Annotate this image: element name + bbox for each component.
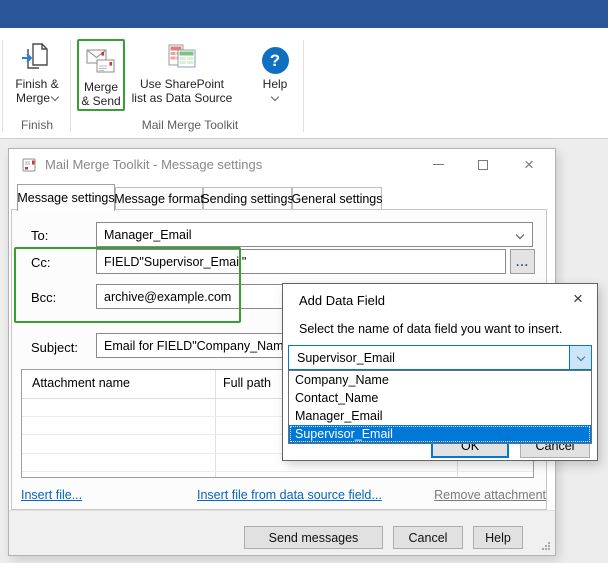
add-field-dialog-title: Add Data Field [299,293,385,308]
data-field-combobox-value: Supervisor_Email [297,350,395,365]
ribbon: Finish & Merge Merge & Send Use SharePoi… [0,28,608,139]
cc-label: Cc: [31,255,51,270]
dropdown-option[interactable]: Company_Name [289,371,591,389]
send-messages-button[interactable]: Send messages [244,526,383,549]
merge-send-label-1: Merge [83,80,118,94]
ribbon-separator [2,40,3,132]
finish-merge-label-2: Merge [15,91,50,105]
bcc-label: Bcc: [31,290,57,305]
add-field-instruction: Select the name of data field you want t… [299,322,563,336]
chevron-down-icon [576,352,585,361]
tab-message-format[interactable]: Message format [114,187,204,209]
dialog-title: Mail Merge Toolkit - Message settings [45,157,263,172]
combobox-dropdown-button[interactable] [569,346,591,369]
tab-sending-settings[interactable]: Sending settings [201,187,294,209]
cc-browse-button[interactable]: ... [510,249,535,274]
to-label: To: [31,228,49,243]
sharepoint-label-2: list as Data Source [131,91,233,105]
close-icon[interactable]: × [568,289,588,309]
attachments-column-path[interactable]: Full path [223,376,271,390]
help-button[interactable]: ? Help [252,38,298,105]
cancel-button[interactable]: Cancel [393,526,463,549]
resize-grip[interactable] [548,548,550,550]
merge-send-icon [85,41,117,77]
finish-merge-button[interactable]: Finish & Merge [6,38,68,105]
maximize-button[interactable] [466,149,500,180]
insert-file-link[interactable]: Insert file... [21,488,82,502]
sharepoint-label-1: Use SharePoint [139,77,225,91]
application-titlebar [0,0,608,28]
sharepoint-table-icon [166,38,198,74]
merge-send-label-2: & Send [81,94,121,108]
close-icon: × [524,155,534,174]
dialog-titlebar-icon [22,157,38,178]
tab-general-settings[interactable]: General settings [291,187,383,209]
chevron-down-icon [50,92,60,102]
tab-message-settings[interactable]: Message settings [17,184,115,211]
to-combobox[interactable]: Manager_Email [96,222,533,247]
close-button[interactable]: × [511,149,547,180]
subject-label: Subject: [31,340,78,355]
data-field-dropdown-list: Company_Name Contact_Name Manager_Email … [288,370,592,444]
chevron-down-icon [515,230,525,240]
remove-attachment-link[interactable]: Remove attachment [434,488,546,502]
dialog-footer: Send messages Cancel Help [9,510,555,555]
help-icon: ? [261,47,289,74]
ribbon-separator [70,40,71,132]
maximize-icon [478,159,488,170]
insert-file-from-source-link[interactable]: Insert file from data source field... [197,488,382,502]
cc-input[interactable]: FIELD"Supervisor_Email" [96,249,506,274]
data-field-combobox[interactable]: Supervisor_Email [288,345,592,370]
attachments-column-name[interactable]: Attachment name [32,376,130,390]
chevron-down-icon [270,92,280,102]
help-label: Help [262,77,288,91]
minimize-icon [433,164,444,165]
add-data-field-dialog: Add Data Field × Select the name of data… [282,283,598,461]
help-dialog-button[interactable]: Help [473,526,523,549]
screen: Finish & Merge Merge & Send Use SharePoi… [0,0,608,563]
minimize-button[interactable] [421,149,456,180]
sharepoint-source-button[interactable]: Use SharePoint list as Data Source [126,38,238,105]
ribbon-group-toolkit: Mail Merge Toolkit [141,118,239,132]
finish-merge-icon [21,38,53,74]
finish-merge-label-1: Finish & [15,77,59,91]
dropdown-option-selected[interactable]: Supervisor_Email [289,425,591,443]
dropdown-option[interactable]: Contact_Name [289,389,591,407]
ribbon-separator [303,40,304,132]
dropdown-option[interactable]: Manager_Email [289,407,591,425]
ribbon-group-finish: Finish [20,118,53,132]
column-divider [215,370,216,477]
merge-send-button[interactable]: Merge & Send [77,39,125,111]
row-divider [22,471,533,472]
